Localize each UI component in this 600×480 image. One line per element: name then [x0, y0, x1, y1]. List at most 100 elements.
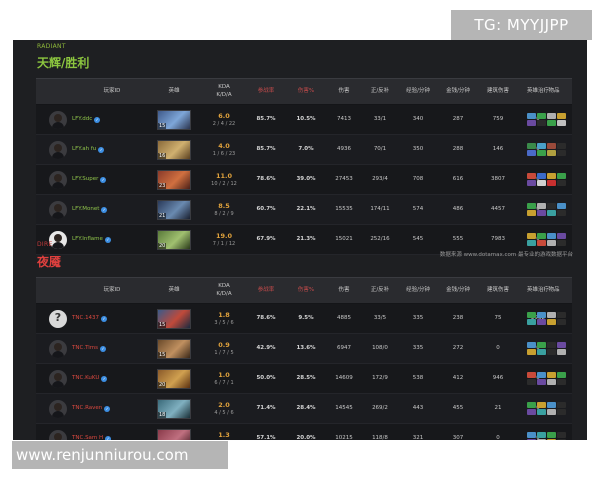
hero-cell[interactable]: 15 [154, 334, 194, 363]
player-name[interactable]: LFY.ah fu [72, 146, 96, 153]
player-name[interactable]: LFY.Monet [72, 206, 99, 213]
hero-portrait[interactable]: 15 [157, 308, 191, 329]
player-name-cell[interactable]: LFY.ah fu ✓ [72, 135, 152, 164]
item-icon[interactable] [536, 432, 546, 438]
item-icon[interactable] [536, 180, 546, 186]
item-icon[interactable] [546, 312, 556, 318]
item-icon[interactable] [526, 210, 536, 216]
player-row[interactable]: TNC.KuKU ✓ 20 1.0 6 / 7 / 1 50.0% 28.5% 14609 17… [36, 364, 572, 394]
player-avatar[interactable] [49, 110, 67, 129]
item-icon[interactable] [556, 439, 566, 440]
item-icon[interactable] [546, 432, 556, 438]
player-name[interactable]: LFY.Inflame [72, 236, 103, 243]
player-avatar[interactable] [49, 369, 67, 388]
item-icon[interactable] [546, 409, 556, 415]
item-icon[interactable] [536, 210, 546, 216]
item-icon[interactable] [536, 372, 546, 378]
item-icon[interactable] [526, 439, 536, 440]
player-name-cell[interactable]: LFY.ddc ✓ [72, 105, 152, 134]
item-icon[interactable] [526, 203, 536, 209]
item-icon[interactable] [546, 120, 556, 126]
hero-cell[interactable]: 16 [154, 135, 194, 164]
item-icon[interactable] [536, 120, 546, 126]
item-icon[interactable] [556, 312, 566, 318]
item-icon[interactable] [556, 379, 566, 385]
player-name-cell[interactable]: TNC.Tims ✓ [72, 334, 152, 363]
item-icon[interactable] [536, 143, 546, 149]
item-icon[interactable] [546, 150, 556, 156]
item-icon[interactable] [546, 233, 556, 239]
player-avatar[interactable] [49, 140, 67, 159]
item-icon[interactable] [556, 319, 566, 325]
item-icon[interactable] [546, 349, 556, 355]
hero-cell[interactable]: 21 [154, 195, 194, 224]
item-icon[interactable] [546, 402, 556, 408]
player-name[interactable]: LFY.ddc [72, 116, 92, 123]
item-icon[interactable] [526, 349, 536, 355]
item-icon[interactable] [556, 409, 566, 415]
player-name-cell[interactable]: TNC.Sam H ✓ [72, 424, 152, 440]
item-icon[interactable] [526, 432, 536, 438]
hero-cell[interactable]: 15 [154, 424, 194, 440]
player-row[interactable]: LFY.Monet ✓ 21 8.5 8 / 2 / 9 60.7% 22.1% 15535 1… [36, 195, 572, 225]
hero-portrait[interactable]: 18 [157, 398, 191, 419]
player-name-cell[interactable]: TNC.Raven ✓ [72, 394, 152, 423]
item-icon[interactable] [556, 150, 566, 156]
player-row[interactable]: TNC.Raven ✓ 18 2.0 4 / 5 / 6 71.4% 28.4% 14545 2… [36, 394, 572, 424]
item-icon[interactable] [556, 233, 566, 239]
item-icon[interactable] [536, 150, 546, 156]
item-icon[interactable] [526, 240, 536, 246]
item-icon[interactable] [546, 439, 556, 440]
player-name[interactable]: LFY.Super [72, 176, 98, 183]
player-avatar[interactable] [49, 429, 67, 440]
player-name-cell[interactable]: LFY.Super ✓ [72, 165, 152, 194]
hero-portrait[interactable]: 20 [157, 229, 191, 250]
item-icon[interactable] [536, 312, 546, 318]
player-avatar[interactable] [49, 200, 67, 219]
item-icon[interactable] [556, 210, 566, 216]
item-icon[interactable] [546, 342, 556, 348]
item-icon[interactable] [556, 402, 566, 408]
item-icon[interactable] [526, 173, 536, 179]
player-row[interactable]: TNC.Tims ✓ 15 0.9 1 / 7 / 5 42.9% 13.6% 6947 108… [36, 334, 572, 364]
item-icon[interactable] [556, 120, 566, 126]
item-icon[interactable] [536, 342, 546, 348]
player-name[interactable]: TNC.Sam H [72, 435, 103, 440]
item-icon[interactable] [556, 173, 566, 179]
player-avatar[interactable]: ? [49, 309, 67, 328]
player-row[interactable]: ? TNC.1437 ✓ 15 1.8 3 / 5 / 6 78.6% 9.5% 4885 33/… [36, 304, 572, 334]
player-name[interactable]: TNC.Raven [72, 405, 102, 412]
item-icon[interactable] [526, 150, 536, 156]
hero-cell[interactable]: 23 [154, 165, 194, 194]
item-icon[interactable] [526, 233, 536, 239]
item-icon[interactable] [536, 240, 546, 246]
item-icon[interactable] [556, 203, 566, 209]
item-icon[interactable] [536, 402, 546, 408]
hero-portrait[interactable]: 15 [157, 338, 191, 359]
item-icon[interactable] [526, 342, 536, 348]
player-name[interactable]: TNC.Tims [72, 345, 98, 352]
item-icon[interactable] [536, 233, 546, 239]
hero-portrait[interactable]: 21 [157, 199, 191, 220]
hero-cell[interactable]: 20 [154, 225, 194, 254]
item-icon[interactable] [526, 319, 536, 325]
item-icon[interactable] [536, 349, 546, 355]
item-icon[interactable] [536, 409, 546, 415]
hero-portrait[interactable]: 15 [157, 109, 191, 130]
item-icon[interactable] [526, 409, 536, 415]
item-icon[interactable] [536, 173, 546, 179]
player-name-cell[interactable]: TNC.1437 ✓ [72, 304, 152, 333]
item-icon[interactable] [546, 372, 556, 378]
hero-cell[interactable]: 18 [154, 394, 194, 423]
player-row[interactable]: LFY.Super ✓ 23 11.0 10 / 2 / 12 78.6% 39.0% 274… [36, 165, 572, 195]
hero-cell[interactable]: 15 [154, 304, 194, 333]
player-row[interactable]: TNC.Sam H✓ 15 1.33 / 6 / 5 57.1% 20.0% 10215 1… [36, 424, 572, 440]
item-icon[interactable] [556, 180, 566, 186]
player-name-cell[interactable]: TNC.KuKU ✓ [72, 364, 152, 393]
item-icon[interactable] [526, 372, 536, 378]
item-icon[interactable] [546, 379, 556, 385]
item-icon[interactable] [526, 180, 536, 186]
item-icon[interactable] [556, 372, 566, 378]
item-icon[interactable] [546, 113, 556, 119]
hero-portrait[interactable]: 23 [157, 169, 191, 190]
